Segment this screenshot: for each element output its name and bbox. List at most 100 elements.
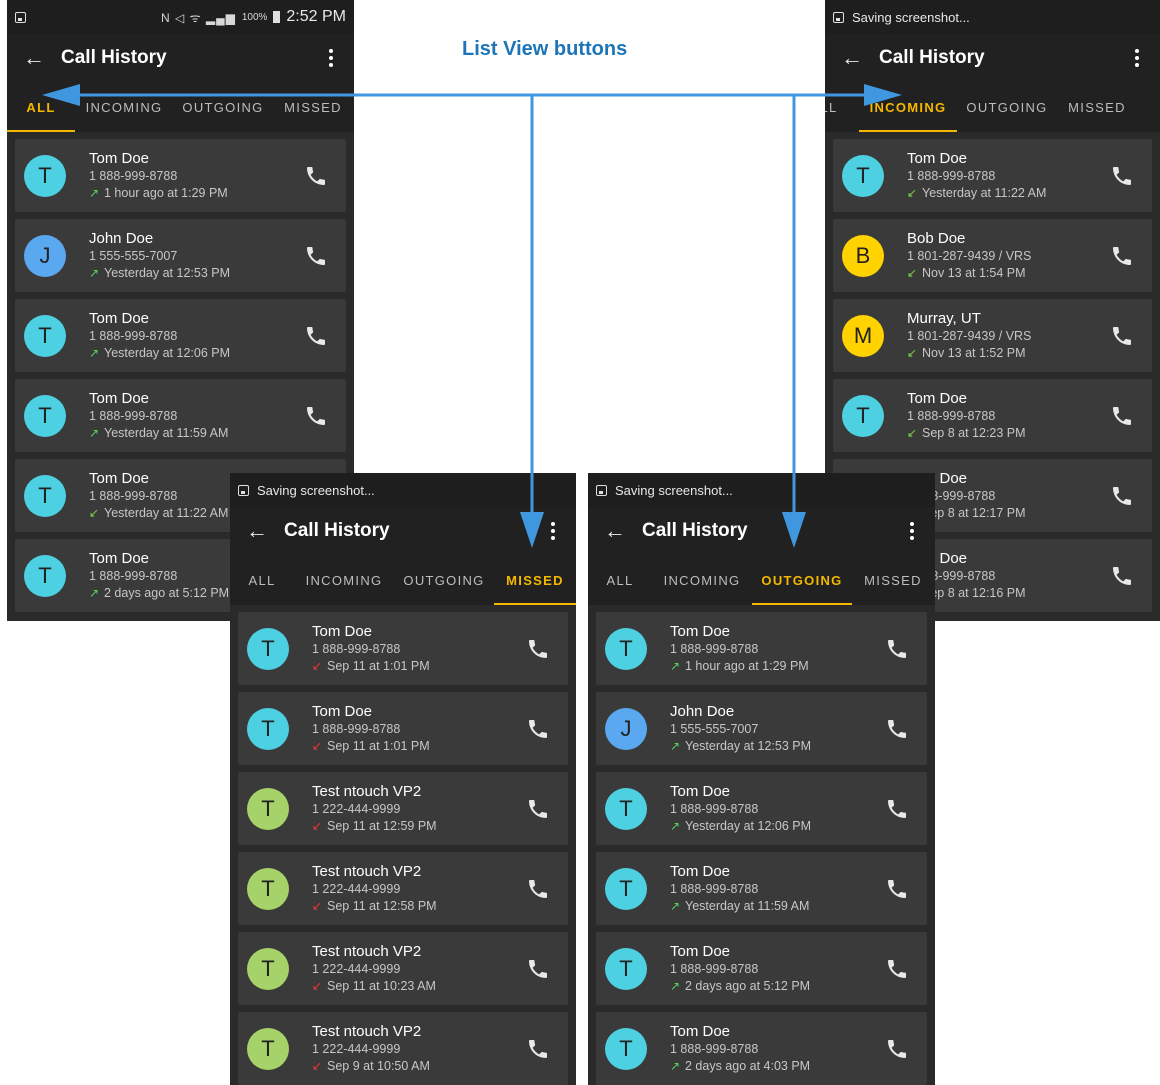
- call-button[interactable]: [867, 957, 927, 981]
- phone-number: 1 888-999-8788: [89, 169, 178, 183]
- call-history-item[interactable]: T Tom Doe 1 888-999-8788 ↗ Yesterday at 11:5…: [15, 379, 346, 452]
- phone-number: 1 888-999-8788: [907, 409, 996, 423]
- call-details: Tom Doe 1 888-999-8788 ↗ 1 hour ago at 1:29…: [670, 622, 867, 675]
- phone-number: 1 888-999-8788: [670, 802, 759, 816]
- call-time-row: ↗ Yesterday at 12:06 PM: [89, 345, 286, 362]
- incoming-call-icon: ↙: [907, 186, 918, 200]
- call-history-item[interactable]: J John Doe 1 555-555-7007 ↗ Yesterday at 12:…: [596, 692, 927, 765]
- call-button[interactable]: [508, 957, 568, 981]
- back-arrow-icon[interactable]: ←: [7, 45, 61, 71]
- contact-name: Tom Doe: [312, 623, 373, 640]
- outgoing-call-icon: ↗: [670, 979, 681, 993]
- call-history-item[interactable]: T Tom Doe 1 888-999-8788 ↗ 2 days ago at 5:1…: [596, 932, 927, 1005]
- phone-icon: [529, 799, 547, 818]
- phone-number: 1 888-999-8788: [89, 409, 178, 423]
- call-details: John Doe 1 555-555-7007 ↗ Yesterday at 12:5…: [670, 702, 867, 755]
- call-history-item[interactable]: T Tom Doe 1 888-999-8788 ↙ Sep 11 at 1:01 PM: [238, 612, 568, 685]
- tab-all[interactable]: ALL: [7, 82, 75, 132]
- tab-missed[interactable]: MISSED: [1057, 82, 1137, 132]
- back-arrow-icon[interactable]: ←: [230, 518, 284, 544]
- call-time-row: ↙ Sep 8 at 12:23 PM: [907, 425, 1092, 442]
- tab-missed[interactable]: MISSED: [494, 555, 576, 605]
- call-time-row: ↗ Yesterday at 12:53 PM: [89, 265, 286, 282]
- back-arrow-icon[interactable]: ←: [588, 518, 642, 544]
- overflow-menu-icon[interactable]: [530, 522, 576, 540]
- call-history-item[interactable]: T Tom Doe 1 888-999-8788 ↗ Yesterday at 11:5…: [596, 852, 927, 925]
- phone-number: 1 888-999-8788: [670, 962, 759, 976]
- call-history-item[interactable]: T Test ntouch VP2 1 222-444-9999 ↙ Sep 11 at…: [238, 932, 568, 1005]
- call-button[interactable]: [1092, 564, 1152, 588]
- call-history-item[interactable]: T Tom Doe 1 888-999-8788 ↗ 1 hour ago at 1:2…: [596, 612, 927, 685]
- call-time-row: ↙ Sep 11 at 1:01 PM: [312, 658, 508, 675]
- incoming-call-icon: ↙: [907, 426, 918, 440]
- call-history-item[interactable]: T Tom Doe 1 888-999-8788 ↙ Sep 8 at 12:23 PM: [833, 379, 1152, 452]
- call-details: Test ntouch VP2 1 222-444-9999 ↙ Sep 11 at …: [312, 862, 508, 915]
- call-button[interactable]: [867, 877, 927, 901]
- phone-icon: [307, 166, 325, 185]
- call-button[interactable]: [508, 637, 568, 661]
- call-button[interactable]: [867, 1037, 927, 1061]
- contact-name: Tom Doe: [89, 390, 150, 407]
- call-time-row: ↗ 1 hour ago at 1:29 PM: [670, 658, 867, 675]
- call-details: Tom Doe 1 888-999-8788 ↗ 2 days ago at 5:12…: [670, 942, 867, 995]
- back-arrow-icon[interactable]: ←: [825, 45, 879, 71]
- call-time: 1 hour ago at 1:29 PM: [685, 659, 809, 673]
- call-history-item[interactable]: B Bob Doe 1 801-287-9439 / VRS ↙ Nov 13 at 1…: [833, 219, 1152, 292]
- call-time: Yesterday at 11:22 AM: [104, 506, 229, 520]
- call-button[interactable]: [867, 797, 927, 821]
- call-details: John Doe 1 555-555-7007 ↗ Yesterday at 12:5…: [89, 229, 286, 282]
- call-history-item[interactable]: T Tom Doe 1 888-999-8788 ↙ Yesterday at 11:2…: [833, 139, 1152, 212]
- tab-outgoing[interactable]: OUTGOING: [957, 82, 1057, 132]
- tab-incoming[interactable]: INCOMING: [652, 555, 752, 605]
- call-history-item[interactable]: T Tom Doe 1 888-999-8788 ↗ Yesterday at 12:0…: [596, 772, 927, 845]
- tab-all[interactable]: ALL: [825, 82, 859, 132]
- call-button[interactable]: [867, 637, 927, 661]
- tab-incoming[interactable]: INCOMING: [75, 82, 173, 132]
- call-history-item[interactable]: T Test ntouch VP2 1 222-444-9999 ↙ Sep 11 at…: [238, 772, 568, 845]
- phone-icon: [1113, 166, 1131, 185]
- overflow-menu-icon[interactable]: [308, 49, 354, 67]
- call-history-item[interactable]: M Murray, UT 1 801-287-9439 / VRS ↙ Nov 13 a…: [833, 299, 1152, 372]
- tab-missed[interactable]: MISSED: [852, 555, 934, 605]
- call-time: Sep 9 at 10:50 AM: [327, 1059, 430, 1073]
- tab-outgoing[interactable]: OUTGOING: [394, 555, 494, 605]
- call-button[interactable]: [286, 324, 346, 348]
- tab-all[interactable]: ALL: [230, 555, 294, 605]
- call-button[interactable]: [286, 164, 346, 188]
- overflow-menu-icon[interactable]: [1114, 49, 1160, 67]
- outgoing-call-icon: ↗: [89, 426, 100, 440]
- overflow-menu-icon[interactable]: [889, 522, 935, 540]
- call-time-row: ↙ Sep 11 at 12:59 PM: [312, 818, 508, 835]
- list-view-tabs: ALLINCOMINGOUTGOINGMISSED: [7, 82, 354, 132]
- call-time: Yesterday at 11:59 AM: [685, 899, 810, 913]
- call-details: Tom Doe 1 888-999-8788 ↗ 2 days ago at 4:03…: [670, 1022, 867, 1075]
- contact-name: Tom Doe: [670, 943, 731, 960]
- call-history-item[interactable]: T Tom Doe 1 888-999-8788 ↗ 2 days ago at 4:0…: [596, 1012, 927, 1085]
- tab-incoming[interactable]: INCOMING: [859, 82, 957, 132]
- call-history-item[interactable]: J John Doe 1 555-555-7007 ↗ Yesterday at 12:…: [15, 219, 346, 292]
- tab-incoming[interactable]: INCOMING: [294, 555, 394, 605]
- tab-outgoing[interactable]: OUTGOING: [752, 555, 852, 605]
- call-button[interactable]: [508, 1037, 568, 1061]
- phone-icon: [307, 326, 325, 345]
- call-button[interactable]: [1092, 244, 1152, 268]
- call-button[interactable]: [1092, 404, 1152, 428]
- call-button[interactable]: [1092, 484, 1152, 508]
- call-history-item[interactable]: T Tom Doe 1 888-999-8788 ↙ Sep 11 at 1:01 PM: [238, 692, 568, 765]
- call-history-item[interactable]: T Test ntouch VP2 1 222-444-9999 ↙ Sep 11 at…: [238, 852, 568, 925]
- call-history-item[interactable]: T Tom Doe 1 888-999-8788 ↗ 1 hour ago at 1:2…: [15, 139, 346, 212]
- call-button[interactable]: [286, 244, 346, 268]
- call-button[interactable]: [867, 717, 927, 741]
- call-button[interactable]: [1092, 164, 1152, 188]
- call-button[interactable]: [508, 877, 568, 901]
- call-time-row: ↗ Yesterday at 12:06 PM: [670, 818, 867, 835]
- call-history-item[interactable]: T Tom Doe 1 888-999-8788 ↗ Yesterday at 12:0…: [15, 299, 346, 372]
- call-history-item[interactable]: T Test ntouch VP2 1 222-444-9999 ↙ Sep 9 at …: [238, 1012, 568, 1085]
- call-button[interactable]: [1092, 324, 1152, 348]
- tab-outgoing[interactable]: OUTGOING: [173, 82, 273, 132]
- call-button[interactable]: [508, 717, 568, 741]
- call-button[interactable]: [508, 797, 568, 821]
- tab-missed[interactable]: MISSED: [273, 82, 353, 132]
- call-button[interactable]: [286, 404, 346, 428]
- tab-all[interactable]: ALL: [588, 555, 652, 605]
